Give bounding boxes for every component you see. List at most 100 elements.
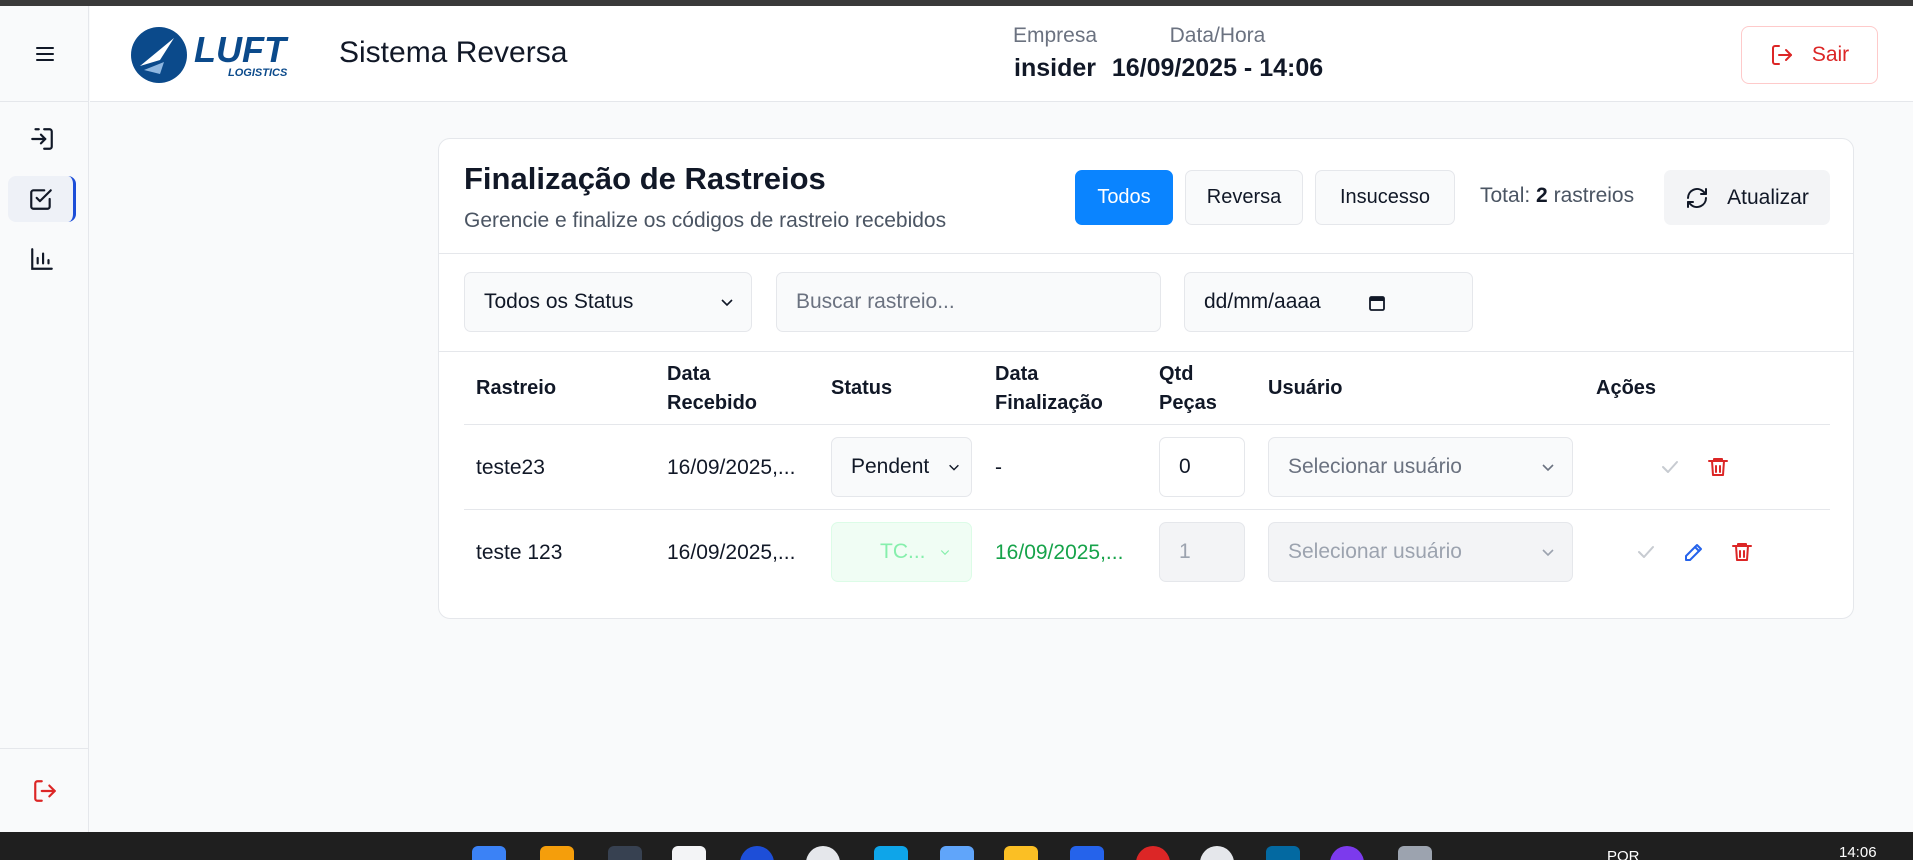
app-icon[interactable] — [940, 846, 974, 860]
hamburger-icon — [35, 46, 54, 61]
qtd-value: 0 — [1179, 455, 1191, 478]
logout-icon — [33, 779, 56, 802]
chevron-down-icon — [949, 464, 959, 471]
th-data-fin-l1: Data — [995, 363, 1039, 385]
sidebar-item-relatorios[interactable] — [8, 236, 76, 282]
calendar-icon[interactable] — [1368, 294, 1386, 312]
cell-data-recebido: 16/09/2025,... — [667, 540, 796, 564]
logout-button[interactable]: Sair — [1741, 26, 1878, 84]
total-suffix: rastreios — [1553, 184, 1635, 207]
status-dropdown-value: TC... — [880, 540, 926, 563]
outlook-icon[interactable] — [1266, 846, 1300, 860]
total-prefix: Total: — [1480, 184, 1531, 207]
th-acoes: Ações — [1596, 377, 1657, 399]
filters-bar: Todos os Status Buscar rastreio... dd/mm… — [439, 254, 1853, 352]
sidebar-logout-button[interactable] — [0, 748, 89, 832]
windows-start-icon[interactable] — [472, 846, 506, 860]
refresh-button[interactable]: Atualizar — [1664, 170, 1830, 225]
finalizacao-card: Finalização de Rastreios Gerencie e fina… — [438, 138, 1854, 619]
finalize-check-icon[interactable] — [1634, 540, 1658, 564]
refresh-label: Atualizar — [1727, 185, 1809, 209]
cell-data-finalizacao: 16/09/2025,... — [995, 540, 1124, 564]
table-row: teste23 16/09/2025,... Pendent - 0 Selec… — [464, 425, 1830, 510]
cell-data-finalizacao: - — [995, 455, 1002, 479]
tab-todos[interactable]: Todos — [1075, 170, 1173, 225]
app-icon[interactable] — [806, 846, 840, 860]
datahora-value: 16/09/2025 - 14:06 — [1111, 54, 1324, 82]
logout-label: Sair — [1811, 43, 1850, 66]
th-data-recebido-l2: Recebido — [667, 392, 758, 414]
logo-subtext: LOGISTICS — [228, 67, 288, 79]
th-usuario: Usuário — [1268, 377, 1343, 399]
usuario-select[interactable]: Selecionar usuário — [1268, 437, 1573, 497]
search-placeholder: Buscar rastreio... — [796, 290, 955, 313]
edit-pencil-icon[interactable] — [1682, 540, 1706, 564]
usuario-select[interactable]: Selecionar usuário — [1268, 522, 1573, 582]
folder-icon[interactable] — [1004, 846, 1038, 860]
finalize-check-icon[interactable] — [1658, 455, 1682, 479]
th-qtd-l2: Peças — [1159, 392, 1217, 414]
sidebar-item-finalizacao[interactable] — [8, 176, 76, 222]
app-icon[interactable] — [740, 846, 774, 860]
os-taskbar: POR 14:06 — [0, 832, 1913, 860]
cell-data-recebido: 16/09/2025,... — [667, 455, 796, 479]
th-qtd-l1: Qtd — [1159, 363, 1194, 385]
edge-icon[interactable] — [874, 846, 908, 860]
menu-toggle-button[interactable] — [0, 6, 89, 102]
tab-insucesso[interactable]: Insucesso — [1315, 170, 1455, 225]
date-placeholder: dd/mm/aaaa — [1204, 290, 1321, 313]
th-data-recebido-l1: Data — [667, 363, 711, 385]
usuario-select-placeholder: Selecionar usuário — [1288, 455, 1462, 478]
status-select-value: Todos os Status — [484, 290, 634, 313]
total-count: Total: 2 rastreios — [1480, 184, 1634, 208]
qtd-value: 1 — [1179, 540, 1191, 563]
date-input[interactable]: dd/mm/aaaa — [1184, 272, 1473, 332]
logo-text: LUFT — [194, 29, 289, 70]
th-qtd-pecas: Qtd Peças — [1159, 360, 1217, 418]
app-icon[interactable] — [540, 846, 574, 860]
app-icon[interactable] — [1330, 846, 1364, 860]
vscode-icon[interactable] — [1070, 846, 1104, 860]
datahora-label: Data/Hora — [1169, 24, 1266, 47]
app-icon[interactable] — [608, 846, 642, 860]
th-status: Status — [831, 377, 893, 399]
app-icon[interactable] — [1200, 846, 1234, 860]
page-subtitle: Gerencie e finalize os códigos de rastre… — [464, 209, 947, 232]
cell-rastreio: teste23 — [476, 455, 545, 479]
chevron-down-icon — [1542, 549, 1554, 557]
app-icon[interactable] — [672, 846, 706, 860]
trash-icon[interactable] — [1730, 540, 1754, 564]
th-data-finalizacao: Data Finalização — [995, 360, 1103, 418]
status-dropdown[interactable]: TC... — [831, 522, 972, 582]
sidebar-item-recebimento[interactable] — [8, 116, 76, 162]
status-dropdown[interactable]: Pendent — [831, 437, 972, 497]
chevron-down-icon — [721, 299, 733, 307]
status-select[interactable]: Todos os Status — [464, 272, 752, 332]
page-title: Finalização de Rastreios — [464, 161, 826, 196]
qtd-input[interactable]: 0 — [1159, 437, 1245, 497]
checkbox-icon — [29, 189, 52, 210]
chevron-down-icon — [940, 550, 950, 556]
app-icon[interactable] — [1398, 846, 1432, 860]
top-header: LUFT LOGISTICS Sistema Reversa Empresa i… — [90, 6, 1913, 102]
logout-icon — [1771, 45, 1792, 65]
sign-in-icon — [31, 128, 53, 150]
language-indicator[interactable]: POR — [1607, 848, 1640, 860]
refresh-icon — [1687, 187, 1708, 208]
qtd-input[interactable]: 1 — [1159, 522, 1245, 582]
total-number: 2 — [1536, 184, 1548, 207]
luft-logo-mark: LUFT LOGISTICS — [131, 27, 289, 83]
search-input[interactable]: Buscar rastreio... — [776, 272, 1161, 332]
status-dropdown-value: Pendent — [851, 455, 930, 478]
trash-icon[interactable] — [1706, 455, 1730, 479]
usuario-select-placeholder: Selecionar usuário — [1288, 540, 1462, 563]
chevron-down-icon — [1542, 464, 1554, 472]
clock-time[interactable]: 14:06 — [1839, 844, 1877, 860]
app-icon[interactable] — [1136, 846, 1170, 860]
datahora-block: Data/Hora 16/09/2025 - 14:06 — [1105, 24, 1330, 83]
bar-chart-icon — [31, 248, 53, 270]
cell-rastreio: teste 123 — [476, 540, 563, 564]
tab-reversa[interactable]: Reversa — [1185, 170, 1303, 225]
table-row: teste 123 16/09/2025,... TC... 16/09/202… — [464, 510, 1830, 595]
table-header: Rastreio Data Recebido Status Data Final… — [464, 352, 1830, 425]
